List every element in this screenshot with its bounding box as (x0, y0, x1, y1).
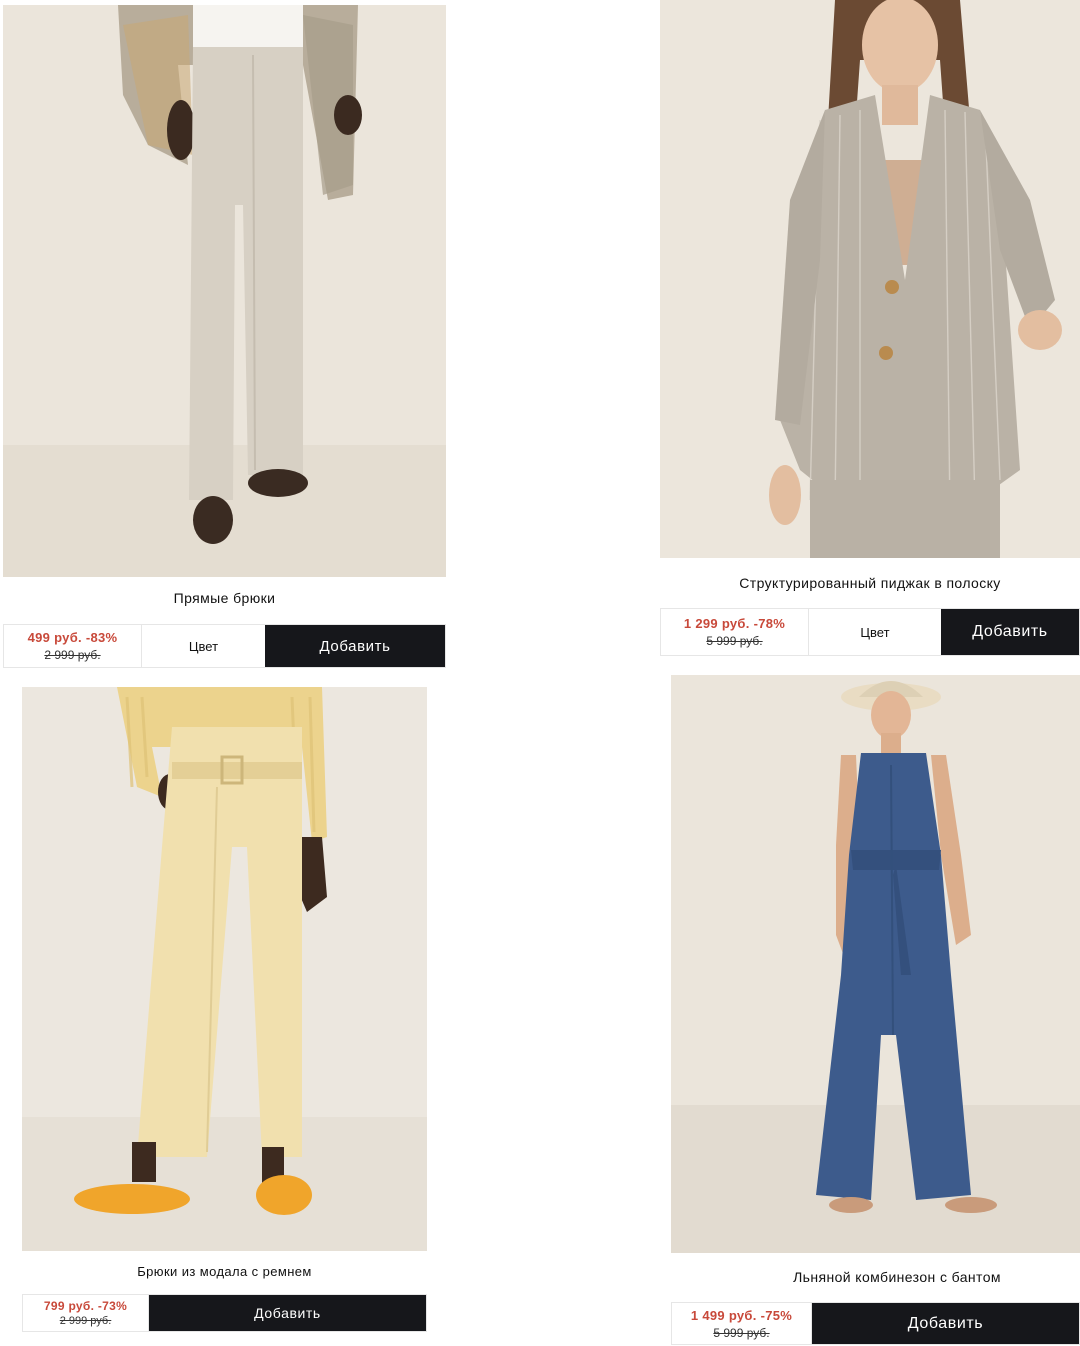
original-price: 5 999 руб. (713, 1325, 770, 1340)
add-to-cart-button[interactable]: Добавить (812, 1303, 1079, 1344)
product-image-modal-trousers[interactable] (22, 687, 427, 1251)
sale-price: 1 499 руб. -75% (690, 1307, 793, 1323)
price-block: 1 499 руб. -75% 5 999 руб. (672, 1303, 812, 1344)
original-price: 5 999 руб. (706, 634, 763, 648)
product-title[interactable]: Прямые брюки (3, 590, 446, 606)
product-title[interactable]: Льняной комбинезон с бантом (671, 1269, 1080, 1285)
price-block: 499 руб. -83% 2 999 руб. (4, 625, 142, 667)
price-block: 1 299 руб. -78% 5 999 руб. (661, 609, 809, 655)
product-actions: 1 299 руб. -78% 5 999 руб. Цвет Добавить (660, 608, 1080, 656)
product-actions: 499 руб. -83% 2 999 руб. Цвет Добавить (3, 624, 446, 668)
original-price: 2 999 руб. (44, 648, 101, 662)
product-actions: 1 499 руб. -75% 5 999 руб. Добавить (671, 1302, 1080, 1345)
product-image-striped-blazer[interactable] (660, 0, 1080, 558)
product-title[interactable]: Структурированный пиджак в полоску (660, 575, 1080, 591)
add-to-cart-button[interactable]: Добавить (265, 625, 445, 667)
sale-price: 799 руб. -73% (43, 1299, 128, 1313)
product-title[interactable]: Брюки из модала с ремнем (22, 1264, 427, 1279)
add-to-cart-button[interactable]: Добавить (149, 1295, 426, 1331)
color-selector[interactable]: Цвет (142, 625, 265, 667)
product-image-straight-trousers[interactable] (3, 5, 446, 577)
product-image-linen-jumpsuit[interactable] (671, 675, 1080, 1253)
sale-price: 499 руб. -83% (27, 630, 118, 645)
sale-price: 1 299 руб. -78% (683, 616, 786, 631)
price-block: 799 руб. -73% 2 999 руб. (23, 1295, 149, 1331)
product-actions: 799 руб. -73% 2 999 руб. Добавить (22, 1294, 427, 1332)
add-to-cart-button[interactable]: Добавить (941, 609, 1079, 655)
color-selector[interactable]: Цвет (809, 609, 941, 655)
original-price: 2 999 руб. (59, 1315, 112, 1327)
